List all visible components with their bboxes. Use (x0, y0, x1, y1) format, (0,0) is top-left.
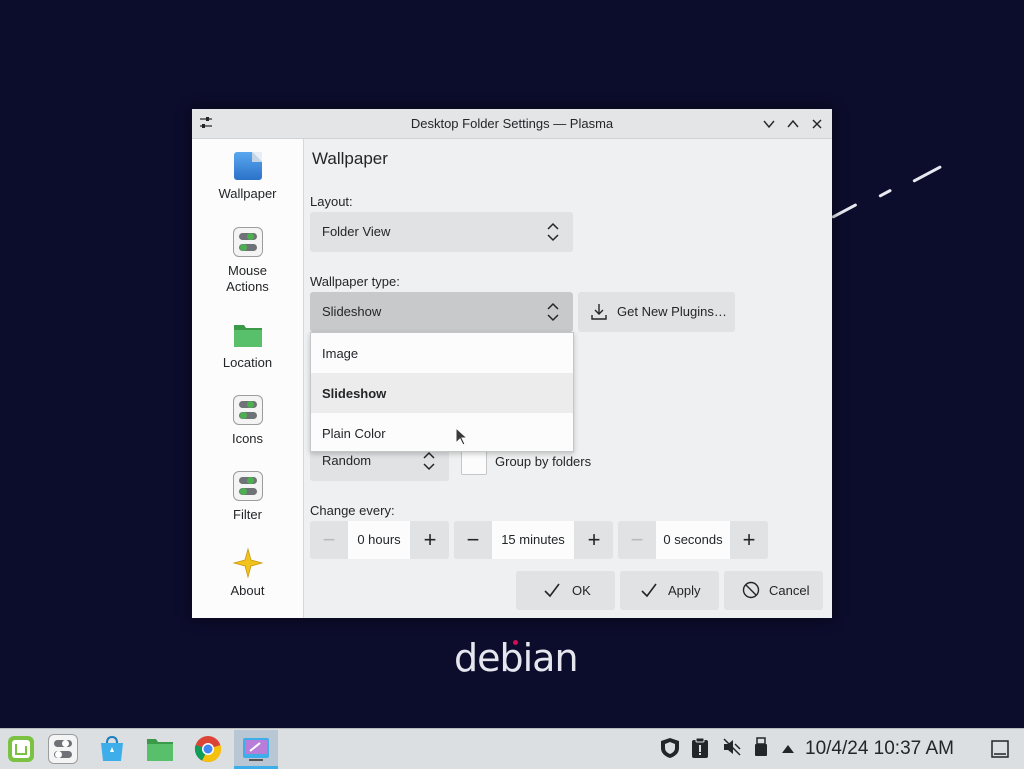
hours-increment-button[interactable]: + (411, 521, 449, 559)
mint-menu-icon[interactable] (6, 734, 36, 764)
desktop-settings-icon (243, 738, 269, 761)
sidebar-item-mouse-actions[interactable]: Mouse Actions (192, 227, 303, 295)
light-streak (912, 165, 942, 183)
taskbar: 10/4/24 10:37 AM (0, 728, 1024, 769)
volume-muted-icon[interactable] (722, 737, 742, 757)
wallpaper-icon (232, 150, 264, 182)
window-title: Desktop Folder Settings — Plasma (410, 116, 614, 131)
get-new-plugins-button[interactable]: Get New Plugins… (578, 292, 735, 332)
download-icon (591, 304, 607, 320)
sidebar-item-location[interactable]: Location (192, 319, 303, 370)
updown-chevron-icon (547, 222, 559, 242)
close-button[interactable] (806, 113, 828, 135)
wallpaper-type-dropdown: Image Slideshow Plain Color (310, 332, 574, 452)
minutes-decrement-button[interactable]: − (454, 521, 492, 559)
wallpaper-type-value: Slideshow (322, 304, 382, 319)
toggle-icon (232, 227, 264, 259)
wallpaper-type-combobox[interactable]: Slideshow (310, 292, 573, 332)
titlebar[interactable]: Desktop Folder Settings — Plasma (192, 109, 832, 139)
dropdown-option-image[interactable]: Image (311, 333, 573, 373)
seconds-increment-button[interactable]: + (730, 521, 768, 559)
dropdown-option-slideshow[interactable]: Slideshow (311, 373, 573, 413)
toggle-icon (232, 395, 264, 427)
check-icon (544, 583, 560, 598)
active-task-desktop-settings[interactable] (234, 730, 278, 769)
sidebar-item-label: Filter (233, 507, 262, 522)
chrome-icon[interactable] (193, 734, 223, 764)
seconds-field[interactable]: 0 seconds (656, 521, 730, 559)
seconds-decrement-button[interactable]: − (618, 521, 656, 559)
layout-combobox[interactable]: Folder View (310, 212, 573, 252)
cancel-button[interactable]: Cancel (724, 571, 823, 610)
minutes-increment-button[interactable]: + (575, 521, 613, 559)
toggle-icon (232, 471, 264, 503)
tray-expand-icon[interactable] (781, 743, 795, 755)
sidebar: Wallpaper Mouse Actions Location Icons F… (192, 139, 304, 618)
light-streak (878, 188, 893, 198)
close-icon (812, 119, 822, 129)
sidebar-item-filter[interactable]: Filter (192, 471, 303, 522)
star-icon (231, 547, 264, 579)
shield-icon[interactable] (659, 737, 681, 759)
mouse-cursor-icon (455, 427, 469, 446)
seconds-spinbox: − 0 seconds + (618, 521, 768, 559)
folder-icon (232, 319, 264, 351)
debian-logo-dot (513, 640, 518, 645)
show-desktop-icon[interactable] (991, 740, 1009, 758)
wallpaper-type-label: Wallpaper type: (310, 274, 400, 289)
order-value: Random (322, 453, 372, 468)
ok-label: OK (572, 583, 591, 598)
sidebar-item-wallpaper[interactable]: Wallpaper (192, 150, 303, 201)
layout-value: Folder View (322, 224, 391, 239)
ok-button[interactable]: OK (516, 571, 615, 610)
settings-toggle-icon[interactable] (48, 734, 78, 764)
minutes-field[interactable]: 15 minutes (492, 521, 574, 559)
clock[interactable]: 10/4/24 10:37 AM (805, 738, 954, 760)
hours-decrement-button[interactable]: − (310, 521, 348, 559)
cancel-icon (742, 581, 760, 599)
dropdown-option-plain-color[interactable]: Plain Color (311, 413, 573, 453)
get-new-plugins-label: Get New Plugins… (617, 304, 727, 319)
maximize-button[interactable] (782, 113, 804, 135)
sidebar-item-label: About (230, 583, 265, 598)
clipboard-icon[interactable] (690, 737, 710, 759)
page-title: Wallpaper (312, 149, 388, 168)
settings-window: Desktop Folder Settings — Plasma Wallpap… (192, 109, 832, 618)
sidebar-item-label: Location (222, 355, 273, 370)
cancel-label: Cancel (769, 583, 810, 598)
software-store-icon[interactable] (97, 734, 127, 764)
sidebar-item-label: Mouse Actions (226, 263, 269, 294)
updown-chevron-icon (547, 302, 559, 322)
updown-chevron-icon (423, 451, 435, 471)
files-icon[interactable] (145, 734, 175, 764)
minutes-spinbox: − 15 minutes + (454, 521, 613, 559)
sidebar-item-about[interactable]: About (192, 547, 303, 598)
apply-label: Apply (668, 583, 701, 598)
sidebar-item-icons[interactable]: Icons (192, 395, 303, 446)
layout-label: Layout: (310, 194, 353, 209)
hours-spinbox: − 0 hours + (310, 521, 449, 559)
hours-field[interactable]: 0 hours (348, 521, 410, 559)
chevron-down-icon (763, 120, 775, 129)
usb-icon[interactable] (754, 737, 768, 757)
sidebar-item-label: Wallpaper (218, 186, 277, 201)
apply-button[interactable]: Apply (620, 571, 719, 610)
group-by-folders-label[interactable]: Group by folders (495, 454, 591, 469)
chevron-up-icon (787, 119, 799, 128)
check-icon (641, 583, 657, 598)
light-streak (831, 203, 858, 219)
minimize-button[interactable] (758, 113, 780, 135)
change-every-label: Change every: (310, 503, 395, 518)
sidebar-item-label: Icons (231, 431, 264, 446)
